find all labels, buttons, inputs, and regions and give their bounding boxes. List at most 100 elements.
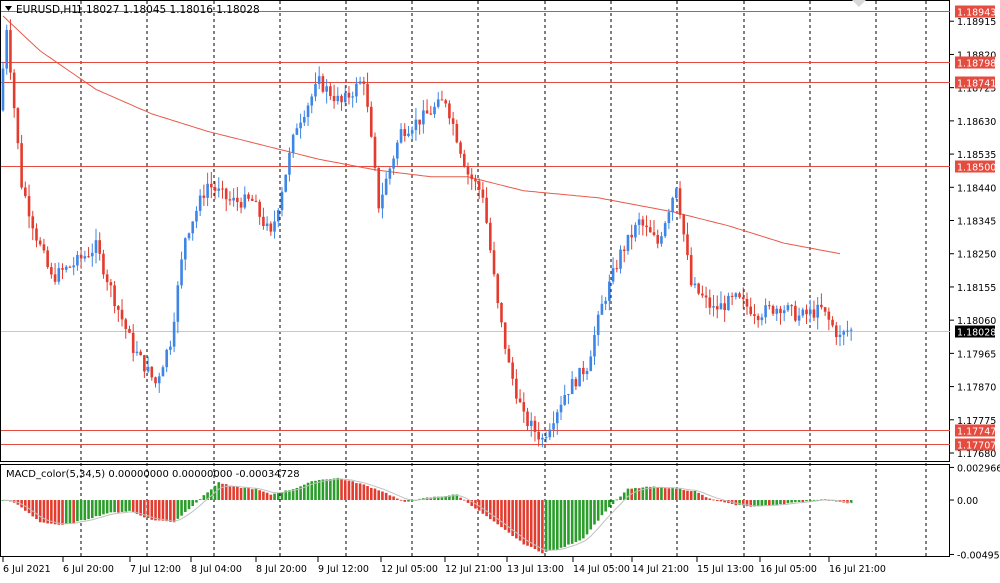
macd-bar [648, 486, 652, 501]
candle-body [343, 92, 347, 103]
candle-body [392, 158, 395, 169]
candle-body [570, 379, 574, 395]
macd-bar [578, 500, 581, 541]
candle-body [589, 356, 593, 371]
candle-body [27, 196, 31, 217]
candle-body [5, 30, 9, 69]
chart-window: 1.18915 1.18820 1.18725 1.18630 1.18535 1.184… [0, 0, 1000, 579]
macd-bar [384, 492, 388, 501]
candle-body [336, 95, 340, 102]
macd-bar [462, 499, 466, 501]
macd-bar [68, 500, 72, 523]
candle-body [310, 96, 314, 106]
time-tick-label: 6 Jul 20:00 [63, 564, 114, 575]
candle-body [704, 295, 708, 298]
macd-bar [574, 500, 578, 543]
candle-body [500, 302, 503, 323]
macd-bar [117, 500, 120, 513]
candle-body [221, 188, 224, 190]
macd-bar [675, 488, 678, 501]
candle-body [518, 398, 522, 403]
candle-body [329, 86, 332, 97]
macd-bar [38, 500, 42, 523]
candle-body [410, 130, 414, 134]
candles [1, 19, 853, 448]
candle-body [619, 249, 622, 269]
macd-bar [217, 482, 221, 501]
macd-bar [489, 500, 492, 520]
candle-body [50, 267, 53, 275]
candle-body [9, 30, 12, 73]
candle-body [351, 96, 354, 98]
macd-bar [689, 491, 693, 501]
macd-bar [105, 500, 109, 514]
level-tag-label: 1.18741 [957, 79, 996, 90]
candle-body [719, 303, 723, 310]
candle-body [481, 189, 485, 198]
macd-bar [485, 500, 488, 517]
candle-body [515, 378, 518, 399]
candle-body [169, 346, 172, 350]
level-tag-label: 1.17707 [957, 441, 996, 452]
macd-bar [600, 500, 604, 516]
macd-bar [325, 479, 328, 501]
candle-body [187, 233, 191, 239]
candle-body [269, 223, 273, 232]
candle-body [682, 214, 686, 235]
macd-bar [392, 496, 395, 501]
dropdown-triangle-icon[interactable] [5, 6, 12, 11]
candle-body [202, 195, 206, 198]
candle-body [236, 197, 239, 203]
macd-bar [321, 479, 325, 501]
macd-bar [50, 500, 53, 524]
candle-body [849, 329, 853, 331]
candle-body [834, 325, 838, 338]
candle-body [786, 305, 790, 311]
macd-bar [351, 481, 354, 501]
candle-body [522, 402, 526, 412]
candle-body [183, 238, 187, 260]
macd-bar [262, 491, 265, 501]
candle-body [206, 183, 209, 198]
candle-body [31, 216, 35, 229]
macd-bar [131, 500, 135, 513]
candle-body [154, 377, 157, 384]
candle-body [243, 194, 247, 208]
candle-body [20, 143, 23, 188]
macd-bar [87, 500, 90, 520]
macd-bar [582, 500, 585, 539]
macd-bar [671, 487, 674, 501]
macd-bar [276, 493, 280, 501]
candle-body [701, 293, 704, 296]
time-tick-label: 8 Jul 04:00 [191, 564, 242, 575]
candle-body [552, 423, 555, 430]
level-tag-label: 1.18798 [957, 59, 996, 70]
time-tick-label: 14 Jul 21:00 [632, 564, 689, 575]
macd-bar [619, 496, 622, 501]
macd-bar [258, 490, 261, 501]
candle-body [686, 234, 689, 256]
candle-body [723, 303, 726, 311]
candle-body [559, 404, 563, 413]
macd-bar [786, 500, 790, 504]
macd-bar [317, 479, 321, 501]
macd-bar [165, 500, 168, 522]
macd-bar [381, 491, 384, 501]
candle-body [846, 330, 849, 332]
candle-body [403, 129, 407, 137]
price-chart[interactable]: 1.189151.188201.187251.186301.185351.184… [0, 0, 1000, 579]
candle-body [652, 232, 656, 236]
candle-body [626, 234, 630, 251]
candle-body [105, 274, 109, 283]
candle-body [738, 293, 741, 298]
macd-bar [369, 487, 373, 501]
one-click-trading-arrow-icon[interactable] [852, 0, 866, 7]
candle-body [816, 304, 819, 318]
macd-bar [585, 500, 589, 535]
candle-body [76, 254, 79, 266]
candle-body [157, 376, 161, 384]
macd-bar [195, 500, 198, 503]
macd-bar [273, 493, 276, 501]
candle-body [369, 106, 373, 137]
macd-bar [775, 500, 779, 505]
